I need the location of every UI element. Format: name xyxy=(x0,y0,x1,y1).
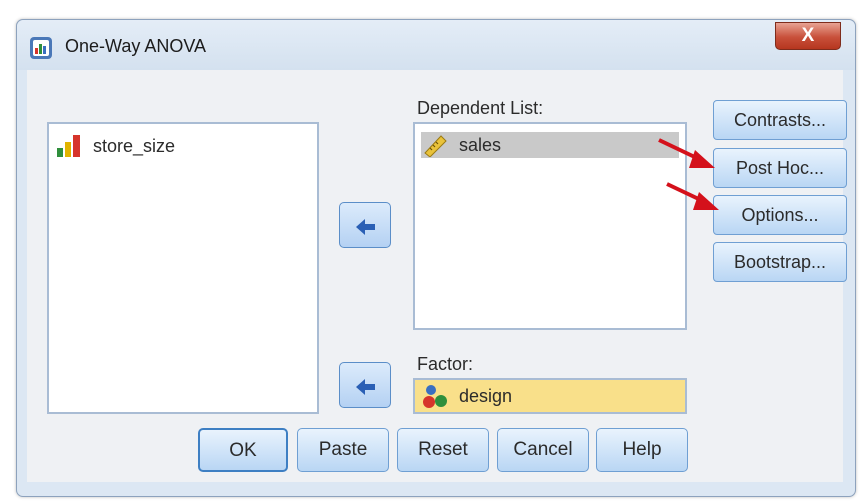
arrow-left-icon xyxy=(356,379,375,395)
list-item[interactable]: store_size xyxy=(55,133,175,159)
dependent-listbox[interactable]: sales xyxy=(413,122,687,330)
title-bar[interactable]: One-Way ANOVA X xyxy=(17,20,855,70)
factor-field[interactable]: design xyxy=(413,378,687,414)
nominal-people-icon xyxy=(423,385,447,408)
bootstrap-button[interactable]: Bootstrap... xyxy=(713,242,847,282)
variables-listbox[interactable]: store_size xyxy=(47,122,319,414)
reset-button[interactable]: Reset xyxy=(397,428,489,472)
factor-label: Factor: xyxy=(417,354,474,374)
close-button[interactable]: X xyxy=(775,22,841,50)
arrow-left-icon xyxy=(356,219,375,235)
dependent-list-label: Dependent List: xyxy=(417,98,544,118)
one-way-anova-dialog: One-Way ANOVA X store_size Dependent Lis… xyxy=(16,19,856,497)
move-to-factor-button[interactable] xyxy=(339,362,391,408)
ok-button[interactable]: OK xyxy=(198,428,288,472)
variable-label: sales xyxy=(459,134,502,155)
cancel-button[interactable]: Cancel xyxy=(497,428,589,472)
help-button[interactable]: Help xyxy=(596,428,688,472)
factor-value: design xyxy=(459,385,513,406)
variable-label: store_size xyxy=(93,135,176,156)
annotation-arrow-icon xyxy=(666,182,719,210)
move-to-dependent-button[interactable] xyxy=(339,202,391,248)
paste-button[interactable]: Paste xyxy=(297,428,389,472)
list-item[interactable]: design xyxy=(421,383,512,409)
annotation-arrow-icon xyxy=(658,138,715,168)
post-hoc-button[interactable]: Post Hoc... xyxy=(713,148,847,188)
dialog-body: store_size Dependent List: sales Factor:… xyxy=(27,70,847,482)
spss-app-icon xyxy=(30,37,52,59)
contrasts-button[interactable]: Contrasts... xyxy=(713,100,847,140)
window-title: One-Way ANOVA xyxy=(65,36,207,56)
scale-ruler-icon xyxy=(424,135,447,157)
options-button[interactable]: Options... xyxy=(713,195,847,235)
list-item[interactable]: sales xyxy=(421,132,679,158)
ordinal-bar-icon xyxy=(57,135,80,157)
